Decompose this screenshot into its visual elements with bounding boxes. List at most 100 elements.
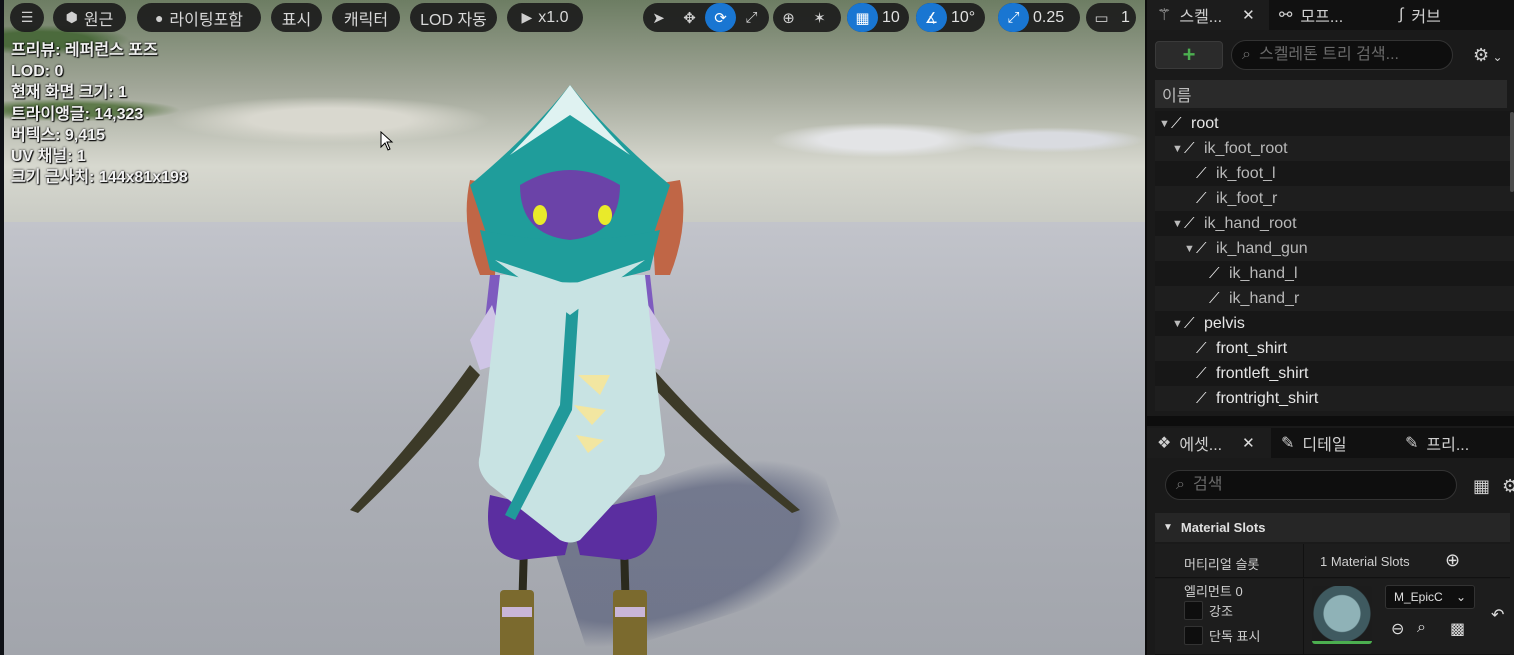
lod-button[interactable]: LOD 자동 — [410, 3, 497, 32]
tree-row[interactable]: ▼ ⟋ root — [1155, 111, 1514, 136]
tree-row[interactable]: ⟋ front_shirt — [1155, 336, 1514, 361]
bone-icon: ⟋ — [1196, 240, 1207, 257]
lighting-mode-button[interactable]: ● 라이팅포함 — [137, 3, 261, 32]
undo-icon: ↶ — [1491, 607, 1505, 624]
element-0-row: 엘리먼트 0 강조 단독 표시 M_EpicC ⌄ ⊖ ⌕ ▩ ↶ — [1155, 579, 1510, 655]
skeleton-search[interactable]: ⌕ — [1231, 40, 1453, 70]
stat-triangles: 트라이앵글: 14,323 — [11, 105, 144, 123]
rotate-tool[interactable]: ⟳ — [705, 3, 736, 32]
viewport-menu-button[interactable]: ☰ — [10, 3, 44, 32]
material-slots-section-header[interactable]: ▼ Material Slots — [1155, 513, 1510, 542]
transform-tools: ➤ ✥ ⟳ ⤢ — [643, 3, 769, 32]
folder-search-icon: ⌕ — [1417, 619, 1426, 636]
angle-icon: ∡ — [924, 9, 939, 27]
settings-gear-button[interactable]: ⚙ — [1502, 476, 1514, 497]
tab-preview-settings[interactable]: ✎ 프리... — [1395, 428, 1514, 458]
hamburger-icon: ☰ — [20, 9, 34, 25]
cube-icon: ⬢ — [65, 9, 78, 25]
isolate-checkbox[interactable] — [1184, 626, 1203, 645]
isolate-option[interactable]: 단독 표시 — [1184, 626, 1260, 645]
tree-row[interactable]: ⟋ ik_foot_r — [1155, 186, 1514, 211]
perspective-button[interactable]: ⬢ 원근 — [53, 3, 126, 32]
tree-row[interactable]: ⟋ frontleft_shirt — [1155, 361, 1514, 386]
bone-icon: ⟋ — [1196, 365, 1207, 382]
skeleton-search-input[interactable] — [1258, 46, 1439, 64]
tab-curves[interactable]: ∫ 커브 — [1389, 0, 1509, 30]
world-space-toggle[interactable]: ⊕ — [773, 3, 804, 32]
sphere-icon: ● — [154, 9, 164, 26]
browse-button[interactable]: ⌕ — [1417, 619, 1426, 637]
close-icon[interactable]: ✕ — [1242, 6, 1255, 24]
tab-morph-targets[interactable]: ⚯ 모프... — [1269, 0, 1389, 30]
expand-arrow-icon[interactable]: ▼ — [1159, 118, 1171, 130]
expand-arrow-icon[interactable]: ▼ — [1184, 243, 1196, 255]
translate-tool[interactable]: ✥ — [674, 3, 705, 32]
add-slot-button[interactable]: ⊕ — [1445, 550, 1460, 571]
rotation-snap-value[interactable]: 10° — [947, 9, 983, 27]
tree-row[interactable]: ▼ ⟋ ik_hand_root — [1155, 211, 1514, 236]
mouse-cursor-icon — [380, 131, 394, 151]
details-search-input[interactable] — [1192, 476, 1373, 494]
highlight-checkbox[interactable] — [1184, 601, 1203, 620]
search-icon: ⌕ — [1242, 46, 1251, 63]
use-selected-button[interactable]: ⊖ — [1391, 619, 1404, 639]
scale-snap-value[interactable]: 0.25 — [1029, 9, 1072, 27]
character-model[interactable] — [330, 75, 810, 655]
highlight-option[interactable]: 강조 — [1184, 601, 1233, 620]
camera-speed-value[interactable]: 1 — [1117, 9, 1138, 27]
scale-arrow-icon: ⤢ — [1007, 9, 1020, 26]
tab-asset-details[interactable]: ❖ 에셋... ✕ — [1147, 428, 1271, 458]
scale-snap[interactable]: ⤢ 0.25 — [998, 3, 1080, 32]
reset-button[interactable]: ↶ — [1491, 605, 1504, 625]
bone-icon: ⟋ — [1196, 390, 1207, 407]
surface-snap-toggle[interactable]: ✶ — [804, 3, 835, 32]
character-button[interactable]: 캐릭터 — [332, 3, 400, 32]
scale-tool[interactable]: ⤢ — [736, 3, 767, 32]
clear-button[interactable]: ▩ — [1450, 619, 1465, 639]
tree-row[interactable]: ▼ ⟋ ik_hand_gun — [1155, 236, 1514, 261]
rotate-icon: ⟳ — [714, 9, 727, 27]
tree-row[interactable]: ▼ ⟋ pelvis — [1155, 311, 1514, 336]
settings-gear-button[interactable]: ⚙ ⌄ — [1473, 45, 1503, 66]
tree-row[interactable]: ▼ ⟋ ik_foot_root — [1155, 136, 1514, 161]
camera-speed[interactable]: ▭ 1 — [1086, 3, 1136, 32]
expand-arrow-icon[interactable]: ▼ — [1172, 143, 1184, 155]
grid-snap-value[interactable]: 10 — [878, 9, 908, 27]
camera-speed-toggle[interactable]: ▭ — [1086, 3, 1117, 32]
details-search[interactable]: ⌕ — [1165, 470, 1457, 500]
stat-preview: 프리뷰: 레퍼런스 포즈 — [11, 42, 158, 59]
tree-row[interactable]: ⟋ frontright_shirt — [1155, 386, 1514, 411]
tree-row[interactable]: ⟋ ik_hand_l — [1155, 261, 1514, 286]
rotation-snap-toggle[interactable]: ∡ — [916, 3, 947, 32]
expand-arrow-icon[interactable]: ▼ — [1172, 218, 1184, 230]
table-view-button[interactable]: ▦ — [1473, 476, 1490, 497]
material-picker[interactable]: M_EpicC ⌄ — [1385, 585, 1475, 609]
tree-column-header[interactable]: 이름 — [1155, 80, 1507, 108]
tab-skeleton-tree[interactable]: ⚚ 스켈... ✕ — [1147, 0, 1269, 30]
add-button[interactable]: + — [1155, 41, 1223, 69]
tab-details[interactable]: ✎ 디테일 — [1271, 428, 1395, 458]
globe-icon: ⊕ — [782, 9, 795, 27]
skeleton-icon: ⚚ — [1157, 7, 1172, 24]
close-icon[interactable]: ✕ — [1242, 434, 1255, 452]
show-button[interactable]: 표시 — [271, 3, 322, 32]
panel-splitter[interactable] — [1147, 416, 1514, 426]
viewport-edge — [0, 0, 4, 655]
expand-arrow-icon[interactable]: ▼ — [1172, 318, 1184, 330]
column-divider — [1303, 544, 1304, 577]
grid-snap-toggle[interactable]: ▦ — [847, 3, 878, 32]
tree-row[interactable]: ⟋ ik_foot_l — [1155, 161, 1514, 186]
viewport[interactable]: ☰ ⬢ 원근 ● 라이팅포함 표시 캐릭터 LOD 자동 ▶ x1.0 ➤ ✥ … — [0, 0, 1145, 655]
material-thumbnail[interactable] — [1312, 586, 1372, 644]
arrow-left-circle-icon: ⊖ — [1391, 621, 1405, 638]
select-tool[interactable]: ➤ — [643, 3, 674, 32]
playback-speed-button[interactable]: ▶ x1.0 — [507, 3, 583, 32]
tree-row[interactable]: ⟋ ik_hand_r — [1155, 286, 1514, 311]
search-icon: ⌕ — [1176, 476, 1185, 493]
rotation-snap[interactable]: ∡ 10° — [916, 3, 985, 32]
collapse-arrow-icon[interactable]: ▼ — [1163, 522, 1173, 533]
tree-scrollbar[interactable] — [1510, 112, 1514, 192]
scale-snap-toggle[interactable]: ⤢ — [998, 3, 1029, 32]
grid-snap[interactable]: ▦ 10 — [847, 3, 909, 32]
scale-icon: ⤢ — [745, 9, 758, 26]
